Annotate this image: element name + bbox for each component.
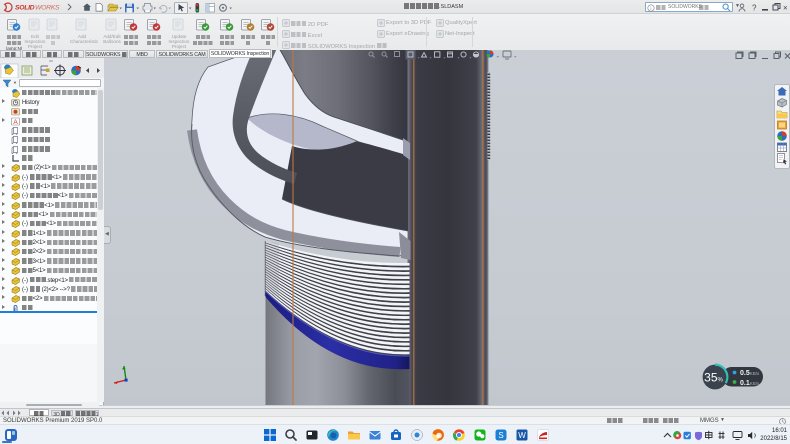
svg-text:SOLID: SOLID <box>15 5 35 12</box>
svg-text:0.1KB/s: 0.1KB/s <box>740 380 760 387</box>
svg-text:×: × <box>783 4 788 13</box>
svg-text:W: W <box>518 431 526 440</box>
svg-text:WORKS: WORKS <box>35 5 60 12</box>
svg-text:A: A <box>13 119 18 126</box>
svg-text:0.5KB/s: 0.5KB/s <box>740 370 760 377</box>
svg-text:?: ? <box>752 4 757 13</box>
svg-text:S: S <box>498 431 503 440</box>
